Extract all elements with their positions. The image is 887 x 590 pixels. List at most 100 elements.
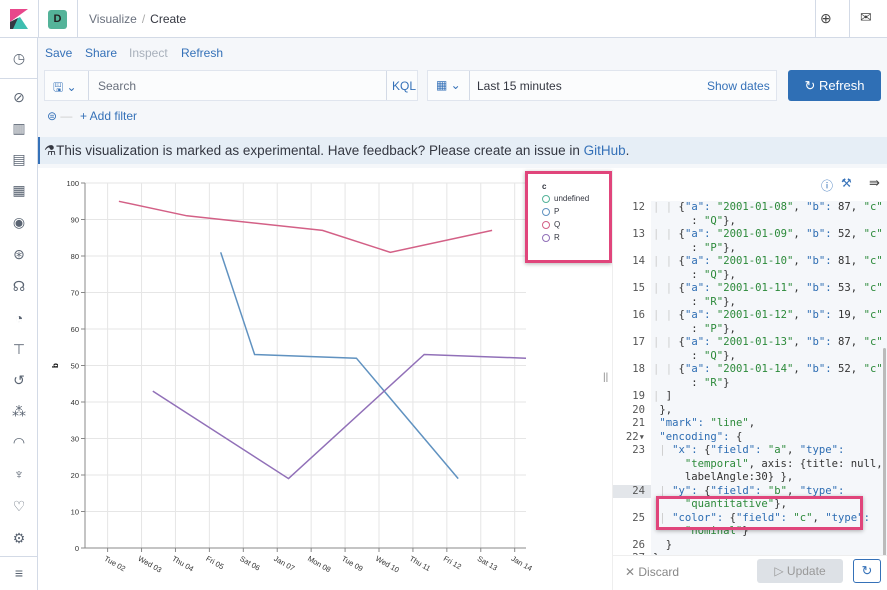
line-number: 13 [632,228,645,240]
dashboard-icon[interactable]: ▤ [9,149,29,169]
code-line[interactable]: 20 }, [613,404,887,418]
calendar-icon[interactable]: ▦ ⌄ [436,78,461,92]
refresh-button-label: Refresh [818,78,865,93]
resize-handle[interactable]: || [603,372,608,383]
canvas-icon[interactable]: ▦ [9,180,29,200]
code-line[interactable]: : "Q"}, [613,350,887,364]
add-filter-link[interactable]: + Add filter [80,109,137,123]
collapse-icon[interactable]: ≡ [9,563,29,583]
filter-icon[interactable]: ⊜ — [47,109,72,123]
code-text: "temporal", axis: {title: null, [684,457,883,470]
code-line[interactable]: : "P"}, [613,242,887,256]
code-text: | | {"a": "2001-01-12", "b": 19, "c" [653,309,883,321]
divider [0,556,38,557]
code-line[interactable]: 26 } [613,539,887,553]
side-nav: ◷ ⊘ ▥ ▤ ▦ ◉ ⊛ ☊ ◔ ⊤ ↺ ⁂ ◠ ♆ ♡ ⚙ ≡ [0,38,38,590]
uptime-icon[interactable]: ↺ [9,370,29,390]
x-tick-label: Thu 04 [170,554,195,573]
code-line[interactable]: labelAngle:30} }, [613,471,887,485]
mail-icon[interactable]: ✉ [860,9,872,26]
editor-footer: ✕ Discard ▷ Update ↻ [613,555,887,590]
legend-title: c [542,182,547,191]
code-text: "encoding": { [659,430,743,443]
code-text: "mark": "line", [659,417,756,429]
legend-item-R[interactable]: R [542,233,560,242]
visualize-icon[interactable]: ▥ [9,118,29,138]
code-line[interactable]: 19 | ] [613,390,887,404]
apm-icon[interactable]: ⊤ [9,339,29,359]
clock-icon[interactable]: ◷ [9,48,29,68]
legend-item-undefined[interactable]: undefined [542,194,589,203]
github-link[interactable]: GitHub [584,143,626,158]
line-number: 14 [632,255,645,267]
code-line[interactable]: 14 | | {"a": "2001-01-10", "b": 81, "c" [613,255,887,269]
code-line[interactable]: 15 | | {"a": "2001-01-11", "b": 53, "c" [613,282,887,296]
kibana-logo[interactable] [10,9,28,29]
code-line[interactable]: : "Q"}, [613,269,887,283]
code-line[interactable]: "temporal", axis: {title: null, [613,458,887,472]
code-line[interactable]: : "R"} [613,377,887,391]
y-tick-label: 10 [71,508,79,517]
code-line[interactable]: 12 | | {"a": "2001-01-08", "b": 87, "c" [613,201,887,215]
discard-button[interactable]: ✕ Discard [625,565,679,579]
update-button[interactable]: ▷ Update [757,559,843,583]
beaker-icon: ⚗ [44,143,57,158]
code-line[interactable]: : "R"}, [613,296,887,310]
close-icon: ✕ [625,565,639,579]
search-input[interactable]: Search [98,79,136,93]
refresh-link[interactable]: Refresh [181,46,223,60]
legend-item-P[interactable]: P [542,207,559,216]
code-line[interactable]: 21 "mark": "line", [613,417,887,431]
dev-tools-icon[interactable]: ♆ [9,464,29,484]
monitoring-icon[interactable]: ◠ [9,432,29,452]
legend-item-Q[interactable]: Q [542,220,560,229]
code-text: : "Q"}, [653,214,736,227]
siem-icon[interactable]: ⁂ [9,401,29,421]
code-line[interactable]: 22▾ "encoding": { [613,431,887,445]
save-link[interactable]: Save [45,46,72,60]
code-text: : "R"}, [653,295,736,308]
breadcrumb: Visualize / Create [89,12,186,26]
x-tick-label: Tue 02 [103,554,127,573]
help-icon[interactable]: ⊕ [820,10,832,27]
heartbeat-icon[interactable]: ♡ [9,496,29,516]
breadcrumb-create: Create [150,12,187,26]
ml-icon[interactable]: ⊛ [9,244,29,264]
code-line[interactable]: 13 | | {"a": "2001-01-09", "b": 52, "c" [613,228,887,242]
share-link[interactable]: Share [85,46,117,60]
discover-compass-icon[interactable]: ⊘ [9,87,29,107]
maps-icon[interactable]: ◉ [9,212,29,232]
code-line[interactable]: 17 | | {"a": "2001-01-13", "b": 87, "c" [613,336,887,350]
discard-label: Discard [638,565,680,579]
breadcrumb-visualize[interactable]: Visualize [89,12,137,26]
code-line[interactable]: 18 | | {"a": "2001-01-14", "b": 52, "c" [613,363,887,377]
time-range[interactable]: Last 15 minutes [477,79,562,93]
legend-symbol [542,207,550,216]
reload-icon[interactable]: ↻ [853,559,881,583]
y-tick-label: 90 [71,216,79,225]
collapse-editor-icon[interactable]: ⇛ [869,175,880,191]
code-line[interactable]: : "Q"}, [613,215,887,229]
logs-icon[interactable]: ◔ [9,308,29,328]
infrastructure-icon[interactable]: ☊ [9,276,29,296]
refresh-button[interactable]: ↻ Refresh [788,70,881,101]
spec-editor: ⓘ ⚒ ⇛ 12 | | {"a": "2001-01-08", "b": 87,… [612,170,887,590]
gear-icon[interactable]: ⚙ [9,528,29,548]
code-line[interactable]: 23 | "x": {"field": "a", "type": [613,444,887,458]
code-text: : "R"} [653,376,730,389]
divider [77,0,78,38]
saved-query-icon[interactable]: 🖫 ⌄ [53,78,77,99]
date-picker: ▦ ⌄ Last 15 minutes Show dates [427,70,777,101]
space-avatar[interactable]: D [48,10,67,29]
kql-button[interactable]: KQL [392,79,416,93]
code-line[interactable]: 16 | | {"a": "2001-01-12", "b": 19, "c" [613,309,887,323]
code-line[interactable]: : "P"}, [613,323,887,337]
settings-wrench-icon[interactable]: ⚒ [841,176,852,190]
code-text: : "P"}, [653,322,736,335]
divider [0,78,38,79]
x-tick-label: Jan 07 [272,554,296,573]
code-text: | | {"a": "2001-01-08", "b": 87, "c" [653,201,883,213]
help-icon[interactable]: ⓘ [821,177,833,194]
code-text: : "P"}, [653,241,736,254]
show-dates-link[interactable]: Show dates [707,79,770,93]
